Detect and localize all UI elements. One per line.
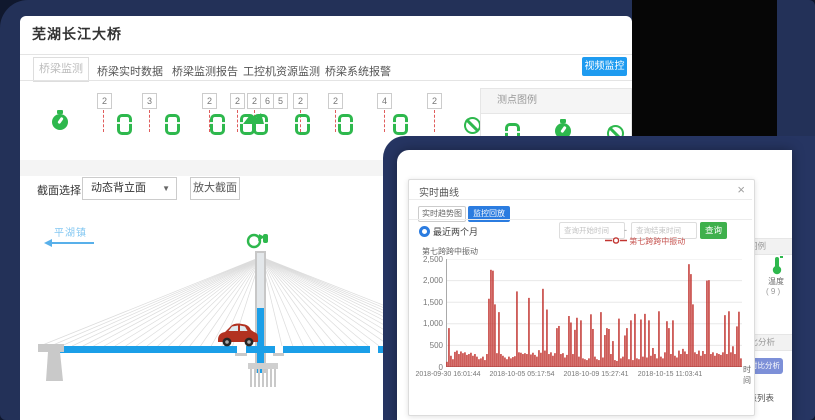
legend-label: 第七跨跨中振动 [629, 237, 685, 246]
chart-legend-item[interactable]: 第七跨跨中振动 [605, 236, 685, 247]
dark-backdrop [632, 0, 777, 145]
tab-system-alarm[interactable]: 桥梁系统报警 [325, 63, 391, 79]
stopwatch-sensor-icon[interactable] [52, 114, 68, 130]
thermometer-icon [771, 256, 783, 275]
gantry-sensor-icon[interactable] [242, 112, 266, 125]
chain-sensor-icon[interactable] [117, 114, 132, 135]
temperature-count: ( 9 ) [766, 287, 780, 296]
sensor-count-badge: 2 [328, 93, 343, 109]
section-select-dropdown[interactable]: 动态背立面 ▼ [82, 177, 177, 200]
recent-two-months-label: 最近两个月 [433, 225, 478, 238]
sensor-dropline [384, 110, 385, 132]
bridge-left-pier [38, 344, 64, 352]
screenshot-canvas: 芜湖长江大桥 桥梁监测 桥梁实时数据 桥梁监测报告 工控机资源监测 桥梁系统报警… [0, 0, 815, 420]
disabled-sensor-icon[interactable] [464, 117, 481, 134]
x-axis-title: 时间 [743, 364, 754, 386]
vibration-chart [446, 259, 742, 367]
sensor-count-badge: 5 [273, 93, 288, 109]
bridge-piles [251, 369, 275, 387]
header-divider [20, 54, 632, 55]
chain-sensor-icon[interactable] [295, 114, 310, 135]
chain-sensor-icon[interactable] [165, 114, 180, 135]
legend-marker-icon [605, 237, 627, 244]
dialog-tab-divider [409, 219, 752, 220]
query-button[interactable]: 查询 [700, 222, 727, 239]
recent-two-months-radio[interactable] [419, 226, 430, 237]
dialog-title: 实时曲线 [419, 184, 459, 199]
sensor-count-badge: 4 [377, 93, 392, 109]
secondary-window: 图例 温度 ( 9 ) 对比分析 对比分析 测点列表 实时曲线 × 实时趋势图 … [397, 150, 792, 420]
sensor-dropline [434, 110, 435, 132]
sensor-dropline [237, 110, 238, 132]
video-monitor-button[interactable]: 视频监控 [582, 57, 627, 76]
chain-sensor-icon[interactable] [393, 114, 408, 135]
tab-ipc-resource[interactable]: 工控机资源监测 [243, 63, 320, 79]
chain-sensor-icon[interactable] [210, 114, 225, 135]
dialog-titlebar-divider [409, 199, 752, 200]
realtime-curve-dialog: 实时曲线 × 实时趋势图 监控回放 最近两个月 - 查询 第七跨跨中振动 第七跨… [408, 179, 755, 416]
car-on-bridge [218, 324, 258, 347]
sensor-count-badge: 2 [427, 93, 442, 109]
enlarge-section-button[interactable]: 放大截面 [190, 177, 240, 200]
temperature-label: 温度 [768, 276, 784, 287]
tab-bridge-monitor[interactable]: 桥梁监测 [33, 57, 89, 82]
date-range-separator: - [624, 225, 627, 235]
sensor-count-badge: 2 [230, 93, 245, 109]
sensor-dropline [149, 110, 150, 132]
chevron-down-icon: ▼ [162, 178, 170, 199]
sensor-dropline [103, 110, 104, 132]
section-select-value: 动态背立面 [91, 182, 146, 194]
page-title: 芜湖长江大桥 [32, 24, 122, 44]
rotate-sensor-icon [248, 234, 268, 247]
bridge-pier-cap [248, 363, 278, 369]
tab-realtime-data[interactable]: 桥梁实时数据 [97, 63, 163, 79]
sensor-dropline [335, 110, 336, 132]
legend-panel-title: 测点图例 [481, 89, 631, 114]
sensor-count-badge: 3 [142, 93, 157, 109]
close-icon[interactable]: × [737, 183, 745, 196]
tabbar-divider [20, 80, 632, 81]
sensor-count-badge: 2 [97, 93, 112, 109]
tab-monitor-report[interactable]: 桥梁监测报告 [172, 63, 238, 79]
sensor-count-badge: 2 [293, 93, 308, 109]
chain-sensor-icon[interactable] [338, 114, 353, 135]
sensor-count-badge: 2 [202, 93, 217, 109]
